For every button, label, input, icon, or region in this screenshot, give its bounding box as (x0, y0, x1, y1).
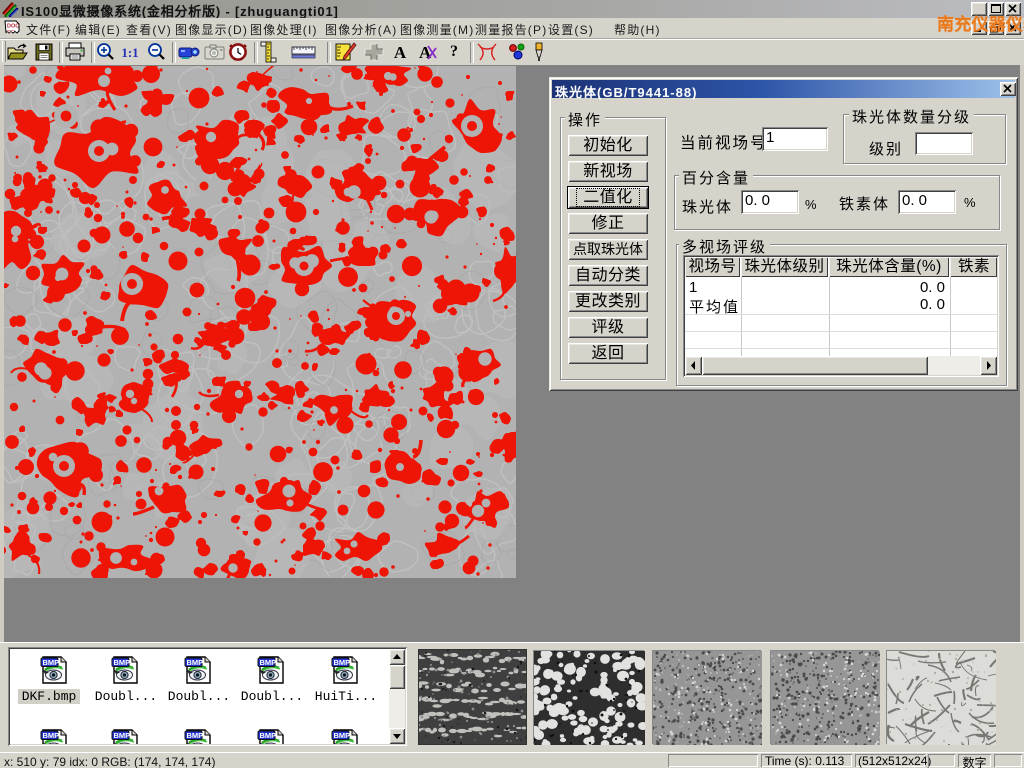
svg-text:A: A (419, 43, 432, 62)
svg-text:DOC: DOC (7, 24, 19, 30)
